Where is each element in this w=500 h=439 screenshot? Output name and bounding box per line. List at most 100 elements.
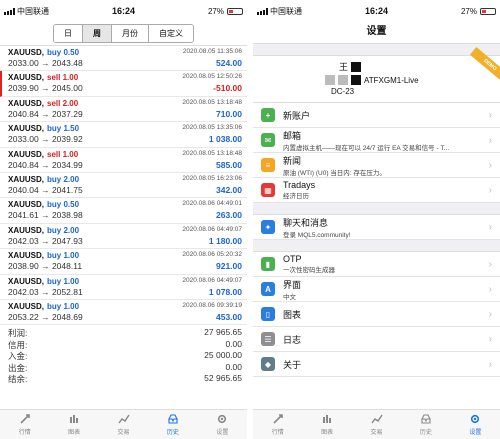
chevron-right-icon: › bbox=[488, 283, 492, 295]
trade-list: XAUUSD, buy 0.50 2020.08.05 11:35:06 2033.0… bbox=[0, 46, 247, 326]
summary-label: 结余: bbox=[8, 374, 28, 385]
tab-history[interactable]: 历史 bbox=[148, 410, 197, 439]
trade-volume: buy 2.00 bbox=[47, 174, 80, 184]
trade-header: XAUUSD, sell 1.00 2020.08.05 12:50:26 bbox=[8, 73, 242, 82]
trade-volume: buy 1.50 bbox=[47, 124, 80, 134]
tab-label: 设置 bbox=[469, 430, 482, 436]
trade-date: 2020.08.06 04:49:07 bbox=[182, 225, 242, 233]
trade-profit: 585.00 bbox=[216, 159, 242, 170]
trade-icon bbox=[370, 414, 383, 424]
chart-icon bbox=[323, 415, 332, 423]
settings-item-text: 图表 bbox=[283, 308, 485, 321]
trade-volume: buy 0.50 bbox=[47, 200, 80, 210]
trade-prices: 2042.03 → 2047.93 bbox=[8, 235, 83, 246]
trade-row[interactable]: XAUUSD, buy 2.00 2020.08.05 16:23:06 2040.0… bbox=[0, 173, 247, 199]
settings-item-label: 日志 bbox=[283, 334, 302, 345]
tab-label: 交易 bbox=[117, 430, 130, 436]
settings-item-otp[interactable]: ▮ OTP 一次性密码生成器 › bbox=[253, 252, 500, 277]
account-server-detail: DC-23 bbox=[331, 87, 355, 96]
trade-row[interactable]: XAUUSD, buy 0.50 2020.08.05 11:35:06 2033.0… bbox=[0, 46, 247, 72]
trade-row[interactable]: XAUUSD, buy 1.00 2020.08.06 05:20:32 2038.9… bbox=[0, 249, 247, 275]
tab-quotes[interactable]: 行情 bbox=[253, 410, 302, 439]
settings-item-chat[interactable]: ✦ 聊天和消息 登录 MQL5.community! › bbox=[253, 215, 500, 240]
period-tab[interactable]: 自定义 bbox=[149, 25, 193, 42]
settings-item-text: OTP 一次性密码生成器 bbox=[283, 254, 485, 274]
summary-value: 52 965.65 bbox=[204, 373, 242, 384]
summary-row: 利润: 27 965.65 bbox=[8, 327, 242, 339]
settings-item-text: 新闻 原油 (WTI) (U0) 当日内: 存在压力。 bbox=[283, 154, 485, 177]
trade-detail: 2042.03 → 2052.81 1 078.00 bbox=[8, 287, 242, 297]
trade-volume: buy 1.00 bbox=[47, 251, 80, 261]
trade-profit: 524.00 bbox=[216, 58, 242, 68]
trade-detail: 2033.00 → 2043.48 524.00 bbox=[8, 58, 242, 68]
account-server: ATFXGM1-Live bbox=[364, 75, 419, 85]
new-account-icon: + bbox=[261, 108, 275, 122]
trade-row[interactable]: XAUUSD, buy 1.00 2020.08.06 04:49:07 2042.0… bbox=[0, 275, 247, 300]
settings-item-charts[interactable]: ▯ 图表 › bbox=[253, 302, 500, 327]
trade-date: 2020.08.06 04:49:07 bbox=[182, 276, 242, 284]
settings-item-about[interactable]: ◆ 关于 › bbox=[253, 352, 500, 377]
trade-prices: 2042.03 → 2052.81 bbox=[8, 286, 83, 297]
settings-item-new-account[interactable]: + 新账户 › bbox=[253, 103, 500, 128]
trade-row[interactable]: XAUUSD, sell 1.00 2020.08.05 12:50:26 2039.… bbox=[0, 71, 247, 97]
tab-trade[interactable]: 交易 bbox=[99, 410, 148, 439]
tab-quotes[interactable]: 行情 bbox=[0, 410, 49, 439]
trade-date: 2020.08.06 09:39:19 bbox=[182, 301, 242, 309]
period-tab[interactable]: 周 bbox=[83, 25, 112, 42]
trade-row[interactable]: XAUUSD, buy 0.50 2020.08.06 04:49:01 2041.6… bbox=[0, 198, 247, 224]
trade-header: XAUUSD, buy 0.50 2020.08.06 04:49:01 bbox=[8, 200, 242, 209]
chevron-right-icon: › bbox=[488, 308, 492, 320]
tab-chart[interactable]: 图表 bbox=[302, 410, 351, 439]
trade-profit: 921.00 bbox=[216, 261, 242, 272]
settings-item-interface[interactable]: A 界面 中文 › bbox=[253, 277, 500, 302]
settings-item-text: 聊天和消息 登录 MQL5.community! bbox=[283, 216, 485, 239]
trade-volume: buy 2.00 bbox=[47, 225, 80, 235]
battery-icon bbox=[480, 7, 496, 15]
summary-label: 信用: bbox=[8, 339, 28, 350]
period-tab[interactable]: 月份 bbox=[112, 25, 149, 42]
settings-item-label: 界面 bbox=[283, 279, 302, 290]
tab-settings[interactable]: 设置 bbox=[451, 410, 500, 439]
settings-screen: 中国联通 16:24 27% 设置 王 ATFXGM1-Live DC-23 D… bbox=[253, 0, 500, 439]
settings-item-news[interactable]: ≡ 新闻 原油 (WTI) (U0) 当日内: 存在压力。 › bbox=[253, 153, 500, 178]
section-gap bbox=[253, 240, 500, 252]
clock: 16:24 bbox=[364, 6, 389, 16]
history-screen: 中国联通 16:24 27% 日周月份 自定义 XAUUSD, buy 0.50 20… bbox=[0, 0, 247, 439]
account-card[interactable]: 王 ATFXGM1-Live DC-23 DEMO bbox=[253, 47, 500, 103]
tab-trade[interactable]: 交易 bbox=[352, 410, 401, 439]
quotes-icon bbox=[273, 414, 283, 424]
settings-group-community: ✦ 聊天和消息 登录 MQL5.community! › bbox=[253, 215, 500, 240]
trade-profit: 1 180.00 bbox=[208, 235, 242, 246]
trade-symbol: XAUUSD, bbox=[8, 149, 45, 159]
tab-label: 图表 bbox=[321, 430, 334, 436]
summary-label: 入金: bbox=[8, 351, 28, 362]
clock: 16:24 bbox=[111, 6, 136, 16]
trade-header: XAUUSD, sell 1.00 2020.08.05 13:18:48 bbox=[8, 150, 242, 159]
battery-icon bbox=[227, 7, 243, 15]
trade-date: 2020.08.05 12:50:26 bbox=[182, 73, 242, 81]
period-tab[interactable]: 日 bbox=[54, 25, 83, 42]
tab-history[interactable]: 历史 bbox=[401, 410, 450, 439]
trade-prices: 2039.90 → 2045.00 bbox=[8, 83, 83, 94]
settings-item-label: 新闻 bbox=[283, 155, 302, 166]
settings-item-mailbox[interactable]: ✉ 邮箱 内置虚拟主机——现在可以 24/7 运行 EA 交易和信号 - T... › bbox=[253, 128, 500, 153]
redacted-login-block bbox=[351, 75, 361, 85]
trade-header: XAUUSD, buy 1.00 2020.08.06 05:20:32 bbox=[8, 251, 242, 260]
trade-row[interactable]: XAUUSD, buy 1.00 2020.08.06 09:39:19 2053.2… bbox=[0, 300, 247, 326]
tab-chart[interactable]: 图表 bbox=[49, 410, 98, 439]
settings-item-text: 邮箱 内置虚拟主机——现在可以 24/7 运行 EA 交易和信号 - T... bbox=[283, 129, 485, 152]
trade-row[interactable]: XAUUSD, buy 2.00 2020.08.06 04:49:07 2042.0… bbox=[0, 224, 247, 250]
settings-item-journal[interactable]: ☰ 日志 › bbox=[253, 327, 500, 352]
news-icon: ≡ bbox=[261, 158, 275, 172]
trade-row[interactable]: XAUUSD, buy 1.50 2020.08.05 13:35:06 2033.0… bbox=[0, 122, 247, 148]
trade-row[interactable]: XAUUSD, sell 2.00 2020.08.05 13:18:48 2040.… bbox=[0, 97, 247, 123]
tab-settings[interactable]: 设置 bbox=[198, 410, 247, 439]
trade-profit: 1 078.00 bbox=[208, 286, 242, 297]
settings-item-tradays[interactable]: ▦ Tradays 经济日历 › bbox=[253, 178, 500, 203]
chevron-right-icon: › bbox=[488, 159, 492, 171]
trade-header: XAUUSD, buy 2.00 2020.08.05 16:23:06 bbox=[8, 175, 242, 184]
trade-date: 2020.08.06 05:20:32 bbox=[182, 251, 242, 259]
trade-row[interactable]: XAUUSD, sell 1.00 2020.08.05 13:18:48 2040.… bbox=[0, 148, 247, 173]
trade-date: 2020.08.06 04:49:01 bbox=[182, 200, 242, 208]
account-name: 王 bbox=[339, 62, 349, 72]
